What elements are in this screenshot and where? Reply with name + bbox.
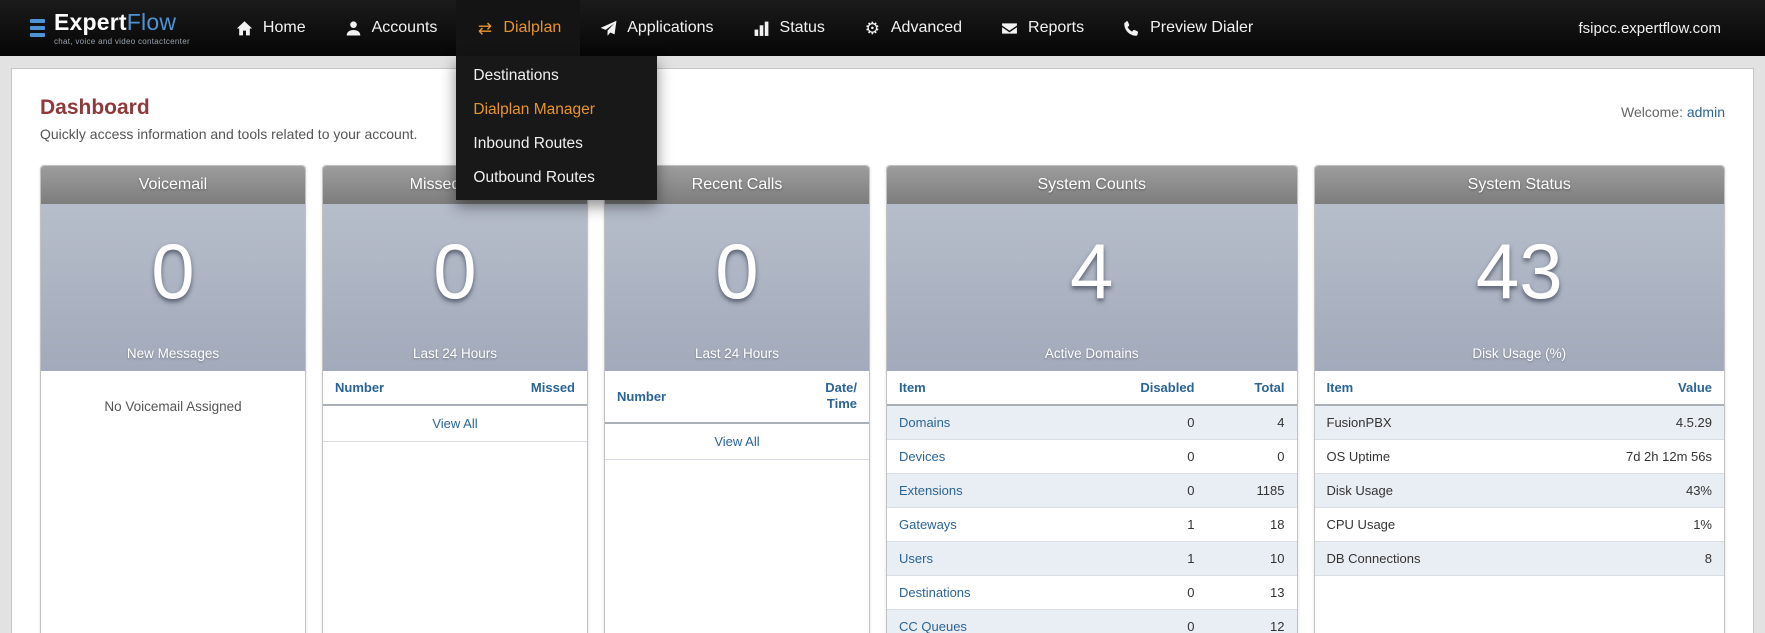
main-panel: Dashboard Quickly access information and… [11,68,1754,633]
welcome-text: Welcome: admin [1620,104,1725,120]
table-row: CPU Usage 1% [1314,507,1724,542]
voicemail-empty-text: No Voicemail Assigned [104,399,242,414]
nav-menu: Home Accounts ⇄ Dialplan Destinations Di… [216,0,1272,200]
card-system-counts: System Counts 4 Active Domains Item Disa… [886,165,1298,633]
brand-logo[interactable]: ExpertFlow chat, voice and video contact… [0,0,216,56]
dashboard-cards: Voicemail 0 New Messages No Voicemail As… [12,142,1753,633]
link-devices[interactable]: Devices [899,449,945,464]
paper-plane-icon [599,19,618,38]
nav-item-accounts[interactable]: Accounts [325,0,457,56]
column-header: Date/ Time [754,371,869,424]
nav-label: Advanced [890,19,963,36]
card-voicemail: Voicemail 0 New Messages No Voicemail As… [40,165,306,633]
home-icon [235,19,254,38]
top-navbar: ExpertFlow chat, voice and video contact… [0,0,1765,200]
table-row: Destinations 0 13 [887,575,1297,610]
recent-calls-table: Number Date/ Time [605,371,869,424]
nav-item-preview-dialer[interactable]: Preview Dialer [1103,0,1272,56]
table-row: OS Uptime 7d 2h 12m 56s [1314,439,1724,474]
link-gateways[interactable]: Gateways [899,517,957,532]
nav-item-reports[interactable]: Reports [981,0,1103,56]
card-recent-calls: Recent Calls 0 Last 24 Hours Number Date… [604,165,870,633]
gear-icon: ⚙ [864,18,880,38]
menu-item-inbound-routes[interactable]: Inbound Routes [456,127,657,161]
column-header: Number [605,371,755,424]
page-header: Dashboard Quickly access information and… [12,69,1753,142]
table-row: Devices 0 0 [887,439,1297,474]
table-row: Domains 0 4 [887,405,1297,440]
card-system-status-title: System Status [1314,166,1724,204]
brand-name: ExpertFlow [54,8,177,35]
nav-label: Home [262,19,306,36]
menu-item-destinations[interactable]: Destinations [456,59,657,93]
viewport: ExpertFlow chat, voice and video contact… [0,0,1765,633]
column-header: Missed [459,371,587,406]
nav-item-advanced[interactable]: ⚙ Advanced [844,0,981,56]
table-row: Gateways 1 18 [887,507,1297,542]
welcome-user-link[interactable]: admin [1687,104,1725,120]
nav-item-dialplan[interactable]: ⇄ Dialplan Destinations Dialplan Manager… [456,0,658,200]
link-domains[interactable]: Domains [899,415,950,430]
missed-calls-count-label: Last 24 Hours [412,346,498,361]
table-row: Users 1 10 [887,541,1297,576]
menu-item-outbound-routes[interactable]: Outbound Routes [456,161,657,195]
link-users[interactable]: Users [899,551,933,566]
envelope-icon [1000,19,1019,38]
column-header: Value [1526,371,1724,406]
link-destinations[interactable]: Destinations [899,585,971,600]
table-row: CC Queues 0 12 [887,609,1297,633]
column-header: Number [323,371,460,406]
recent-calls-view-all-link[interactable]: View All [605,424,869,460]
card-missed-calls: Missed Calls 0 Last 24 Hours Number Miss… [322,165,588,633]
nav-label: Reports [1028,19,1085,36]
nav-item-applications[interactable]: Applications [580,0,732,56]
nav-item-status[interactable]: Status [733,0,844,56]
column-header: Total [1206,371,1297,406]
table-row: Disk Usage 43% [1314,473,1724,508]
nav-label: Accounts [371,19,438,36]
card-voicemail-title: Voicemail [41,166,305,204]
table-row: Extensions 0 1185 [887,473,1297,508]
domain-text: fsipcc.expertflow.com [1578,19,1721,37]
dialplan-dropdown-menu: Destinations Dialplan Manager Inbound Ro… [456,56,658,200]
recent-calls-count-label: Last 24 Hours [694,346,780,361]
card-system-status: System Status 43 Disk Usage (%) Item Val… [1313,165,1725,633]
link-extensions[interactable]: Extensions [899,483,963,498]
nav-label: Applications [627,19,714,36]
table-row: DB Connections 8 [1314,541,1724,576]
phone-icon [1122,19,1141,38]
nav-label: Preview Dialer [1150,19,1254,36]
missed-calls-table: Number Missed [323,371,587,406]
table-row: FusionPBX 4.5.29 [1314,405,1724,440]
link-cc-queues[interactable]: CC Queues [899,619,967,633]
missed-calls-view-all-link[interactable]: View All [323,406,587,442]
page-title: Dashboard [40,96,150,119]
user-icon [344,19,363,38]
system-counts-table: Item Disabled Total Domains 0 4 Devices … [887,371,1297,633]
nav-label: Dialplan [503,19,562,36]
page-subtitle: Quickly access information and tools rel… [40,126,418,142]
nav-item-home[interactable]: Home [216,0,325,56]
column-header: Disabled [1096,371,1207,406]
dialplan-icon: ⇄ [477,18,493,38]
bar-chart-icon [752,19,771,38]
voicemail-count-label: New Messages [126,346,220,361]
card-system-counts-title: System Counts [887,166,1297,204]
brand-icon [30,19,45,37]
brand-tagline: chat, voice and video contactcenter [54,36,190,46]
system-status-table: Item Value FusionPBX 4.5.29 OS Uptime 7d… [1314,371,1724,576]
disk-usage-label: Disk Usage (%) [1472,346,1567,361]
active-domains-label: Active Domains [1044,346,1139,361]
menu-item-dialplan-manager[interactable]: Dialplan Manager [456,93,657,127]
nav-label: Status [779,19,825,36]
column-header: Item [1314,371,1527,406]
column-header: Item [887,371,1097,406]
